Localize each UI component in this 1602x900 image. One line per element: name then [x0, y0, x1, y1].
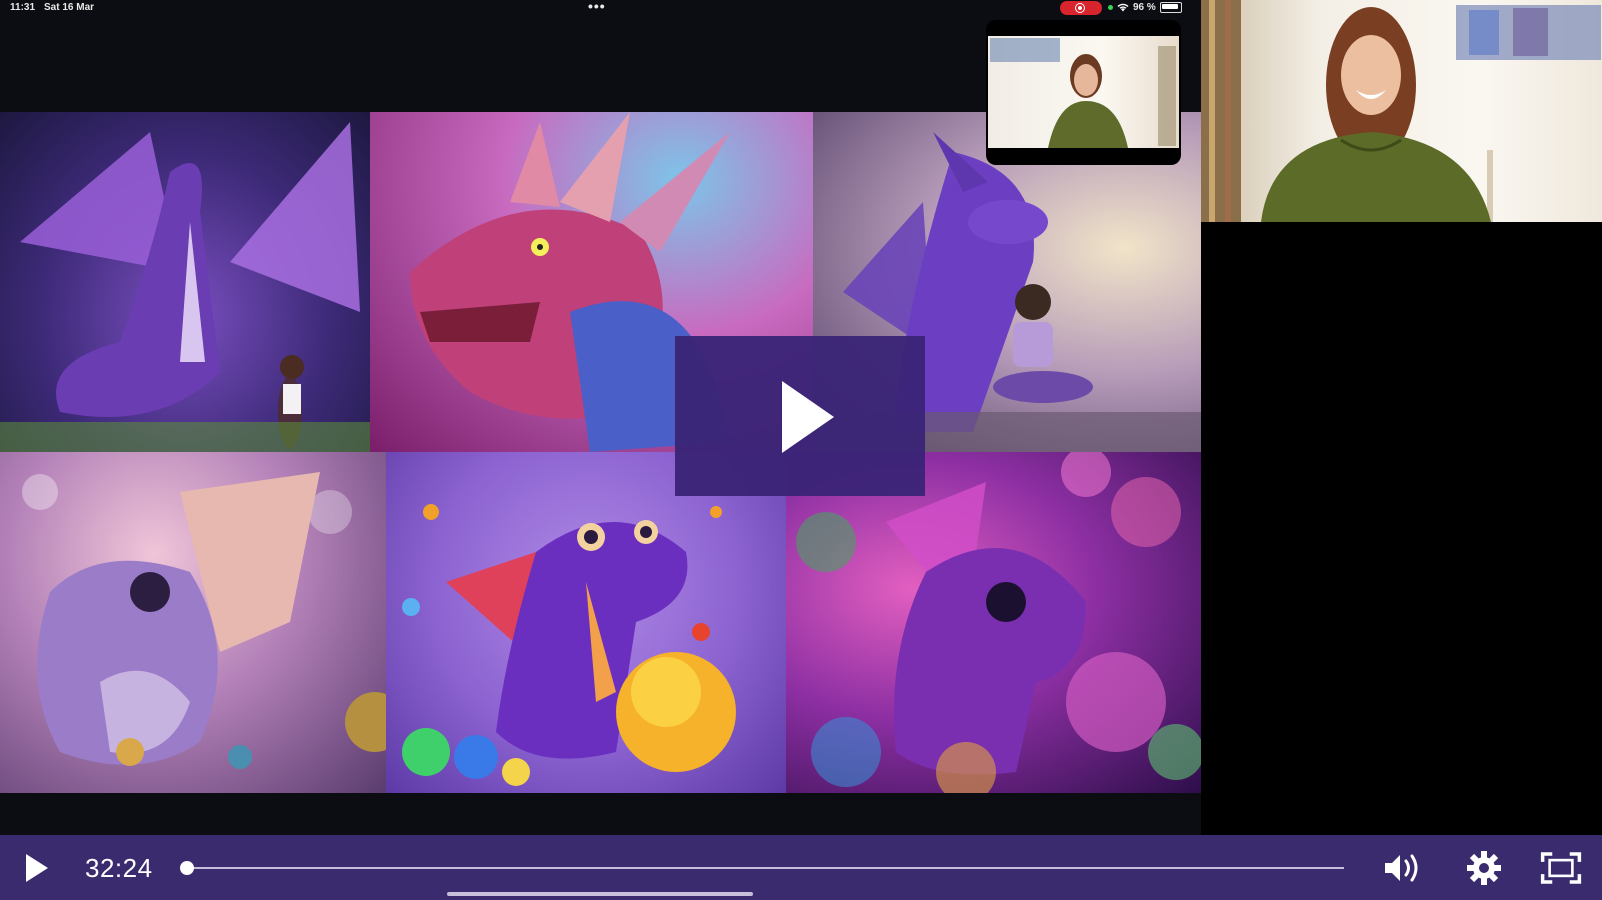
- play-button[interactable]: [22, 854, 50, 882]
- status-date: Sat 16 Mar: [44, 2, 95, 13]
- shared-screen: 11:31 Sat 16 Mar ••• 96 %: [0, 0, 1201, 835]
- status-bar: 11:31 Sat 16 Mar ••• 96 %: [0, 0, 1201, 16]
- pip-self-view[interactable]: [986, 20, 1181, 165]
- dragon-image-1: [0, 112, 370, 452]
- gear-icon: [1467, 851, 1501, 885]
- battery-percent: 96 %: [1133, 2, 1156, 13]
- record-icon: [1060, 1, 1102, 15]
- battery-icon: [1159, 2, 1182, 13]
- volume-icon: [1385, 854, 1418, 882]
- more-dots-icon[interactable]: •••: [588, 0, 606, 14]
- progress-knob[interactable]: [180, 861, 194, 875]
- player-controls: 32:24: [0, 835, 1602, 900]
- camera-active-dot: [1108, 5, 1113, 10]
- status-time: 11:31: [10, 2, 36, 13]
- wifi-icon: [1117, 3, 1129, 12]
- settings-button[interactable]: [1463, 849, 1505, 887]
- progress-bar[interactable]: [180, 861, 1344, 875]
- dragon-image-6: [786, 452, 1201, 793]
- home-indicator: [447, 892, 753, 896]
- participant-video: [1201, 0, 1602, 222]
- volume-button[interactable]: [1381, 849, 1423, 887]
- fullscreen-icon: [1540, 852, 1582, 884]
- dragon-image-4: [0, 452, 386, 793]
- fullscreen-button[interactable]: [1540, 849, 1582, 887]
- play-overlay-button[interactable]: [675, 336, 925, 496]
- pip-video: [988, 36, 1179, 148]
- dragon-image-5: [386, 452, 786, 793]
- play-icon: [782, 381, 834, 453]
- current-time: 32:24: [85, 853, 153, 883]
- status-indicators: 96 %: [1108, 2, 1182, 13]
